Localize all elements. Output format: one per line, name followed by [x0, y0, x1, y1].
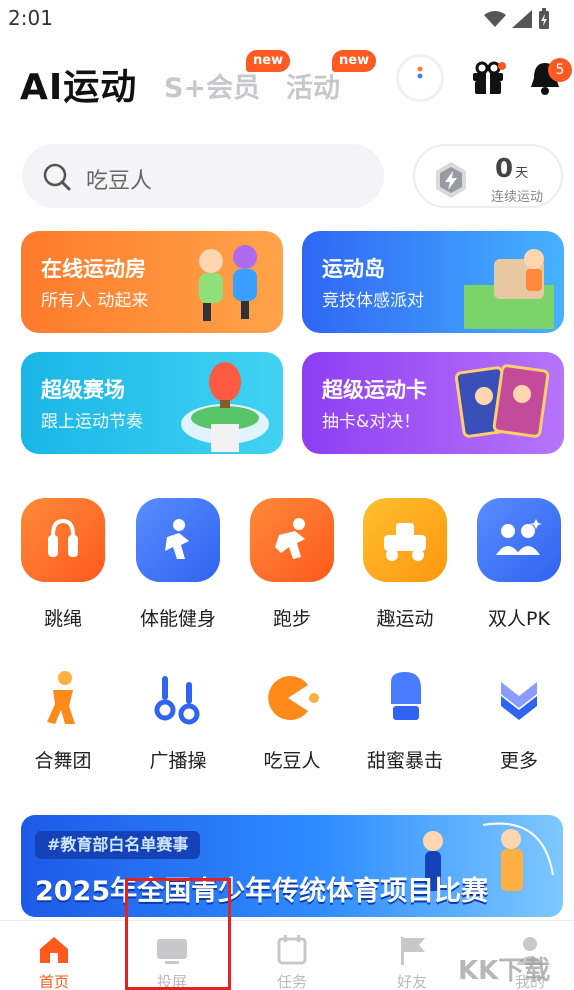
- grid-item-fitness[interactable]: 体能健身: [123, 498, 233, 631]
- tab-home[interactable]: 首页: [14, 935, 94, 990]
- grid-label: 更多: [499, 750, 538, 772]
- new-badge: new: [332, 50, 377, 72]
- home-icon: [40, 937, 68, 963]
- island-illustration: [464, 249, 554, 329]
- grid-item-jump-rope[interactable]: 跳绳: [8, 498, 118, 631]
- system-icons: [484, 8, 550, 30]
- tab-task[interactable]: 任务: [252, 935, 332, 990]
- dance-icon: [31, 666, 95, 730]
- fun-sport-icon: [363, 498, 447, 582]
- grid-label: 体能健身: [139, 608, 216, 630]
- dots-icon: [417, 66, 423, 79]
- card-title: 超级运动卡: [322, 378, 427, 402]
- grid-label: 跑步: [272, 608, 311, 630]
- tab-label: 任务: [276, 973, 307, 990]
- search-bar[interactable]: 吃豆人: [22, 144, 384, 208]
- wifi-icon: [484, 11, 506, 27]
- tab-label: 好友: [396, 973, 427, 990]
- banner-headline: 2025年全国青少年传统体育项目比赛: [35, 876, 489, 907]
- boxing-glove-icon: [373, 666, 437, 730]
- fitness-icon: [136, 498, 220, 582]
- grid-label: 双人PK: [488, 608, 550, 630]
- card-subtitle: 竞技体感派对: [322, 291, 424, 311]
- signal-icon: [512, 10, 532, 28]
- grid-item-dance[interactable]: 合舞团: [8, 666, 118, 773]
- card-subtitle: 跟上运动节奏: [41, 412, 143, 432]
- page-title: AI运动: [20, 67, 138, 108]
- tab-label: 首页: [38, 973, 69, 990]
- status-time: 2:01: [8, 6, 53, 30]
- card-title: 运动岛: [322, 257, 385, 281]
- streak-value: 0: [495, 154, 514, 184]
- flag-icon: [401, 937, 425, 965]
- notification-badge: 5: [548, 58, 572, 82]
- watermark: KK下载: [458, 956, 551, 986]
- exercise-icon: [146, 666, 210, 730]
- grid-label: 广播操: [149, 750, 207, 772]
- pk-icon: [477, 498, 561, 582]
- gift-icon[interactable]: [470, 60, 506, 96]
- banner-tag: #教育部白名单赛事: [35, 831, 201, 859]
- grid-label: 趣运动: [376, 608, 434, 630]
- search-icon: [43, 163, 71, 191]
- grid-item-running[interactable]: 跑步: [237, 498, 347, 631]
- search-placeholder: 吃豆人: [86, 169, 153, 194]
- grid-item-pk[interactable]: 双人PK: [464, 498, 574, 631]
- tab-activity[interactable]: 活动: [286, 66, 340, 105]
- grid-item-sweet-hit[interactable]: 甜蜜暴击: [350, 666, 460, 773]
- card-online-room[interactable]: 在线运动房 所有人 动起来: [21, 231, 283, 333]
- grid-label: 吃豆人: [263, 750, 321, 772]
- more-chevron-icon: [487, 666, 551, 730]
- battery-icon: [539, 8, 549, 29]
- card-subtitle: 抽卡&对决！: [322, 412, 421, 432]
- players-illustration: [199, 245, 257, 321]
- tab-vip[interactable]: S+会员: [164, 66, 260, 105]
- app-header: AI运动 S+会员 new 活动 new 5: [0, 44, 574, 114]
- grid-item-fun-sport[interactable]: 趣运动: [350, 498, 460, 631]
- card-title: 在线运动房: [41, 257, 146, 281]
- tab-friends[interactable]: 好友: [372, 935, 452, 990]
- stadium-balloon-illustration: [181, 362, 269, 452]
- grid-label: 跳绳: [43, 608, 82, 630]
- card-subtitle: 所有人 动起来: [41, 291, 149, 311]
- streak-label: 连续运动: [491, 190, 544, 205]
- promo-banner[interactable]: #教育部白名单赛事 2025年全国青少年传统体育项目比赛: [21, 815, 563, 917]
- card-super-sport-card[interactable]: 超级运动卡 抽卡&对决！: [302, 352, 564, 454]
- streak-count: 0天: [495, 154, 528, 184]
- pacman-icon: [260, 666, 324, 730]
- card-sport-island[interactable]: 运动岛 竞技体感派对: [302, 231, 564, 333]
- grid-label: 甜蜜暴击: [366, 750, 443, 772]
- running-icon: [250, 498, 334, 582]
- highlight-box: [125, 878, 231, 990]
- lightning-medal-icon: [436, 162, 466, 198]
- jump-rope-icon: [21, 498, 105, 582]
- card-title: 超级赛场: [41, 378, 125, 402]
- status-bar: 2:01: [0, 0, 574, 36]
- grid-item-exercise[interactable]: 广播操: [123, 666, 233, 773]
- cards-illustration: [454, 364, 550, 438]
- streak-widget[interactable]: 0天 连续运动: [413, 144, 563, 208]
- loading-ring: [396, 54, 444, 102]
- grid-item-more[interactable]: 更多: [464, 666, 574, 773]
- streak-unit: 天: [515, 166, 529, 181]
- grid-item-pacman[interactable]: 吃豆人: [237, 666, 347, 773]
- card-super-arena[interactable]: 超级赛场 跟上运动节奏: [21, 352, 283, 454]
- new-badge: new: [246, 50, 291, 72]
- grid-label: 合舞团: [34, 750, 92, 772]
- calendar-icon: [277, 935, 307, 965]
